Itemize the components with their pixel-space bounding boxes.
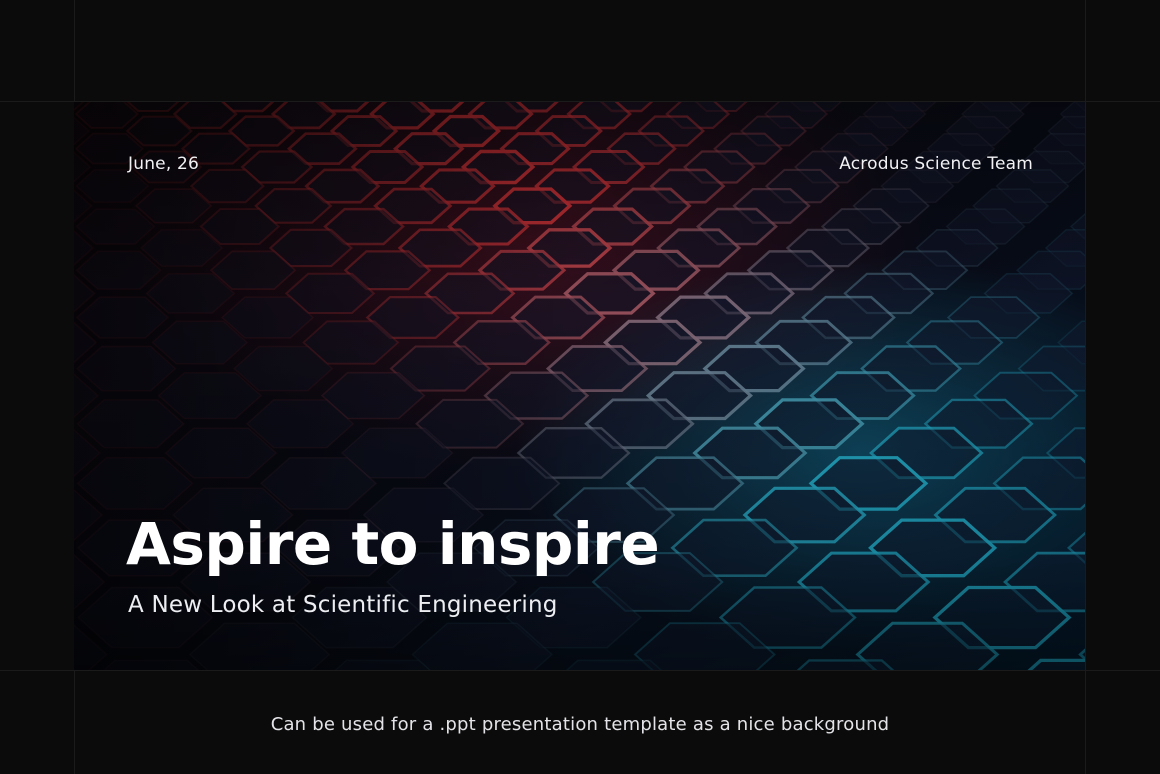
frame-line-right [1085, 0, 1086, 774]
slide-subtitle: A New Look at Scientific Engineering [128, 592, 558, 618]
page: June, 26 Acrodus Science Team Aspire to … [0, 0, 1160, 774]
slide-team-name: Acrodus Science Team [839, 154, 1033, 174]
frame-line-bottom [0, 670, 1160, 671]
caption-text: Can be used for a .ppt presentation temp… [270, 714, 890, 735]
hexagon-background-image [74, 102, 1085, 670]
slide-date: June, 26 [128, 154, 200, 174]
slide-title: Aspire to inspire [126, 510, 660, 578]
slide-preview: June, 26 Acrodus Science Team Aspire to … [74, 102, 1085, 670]
